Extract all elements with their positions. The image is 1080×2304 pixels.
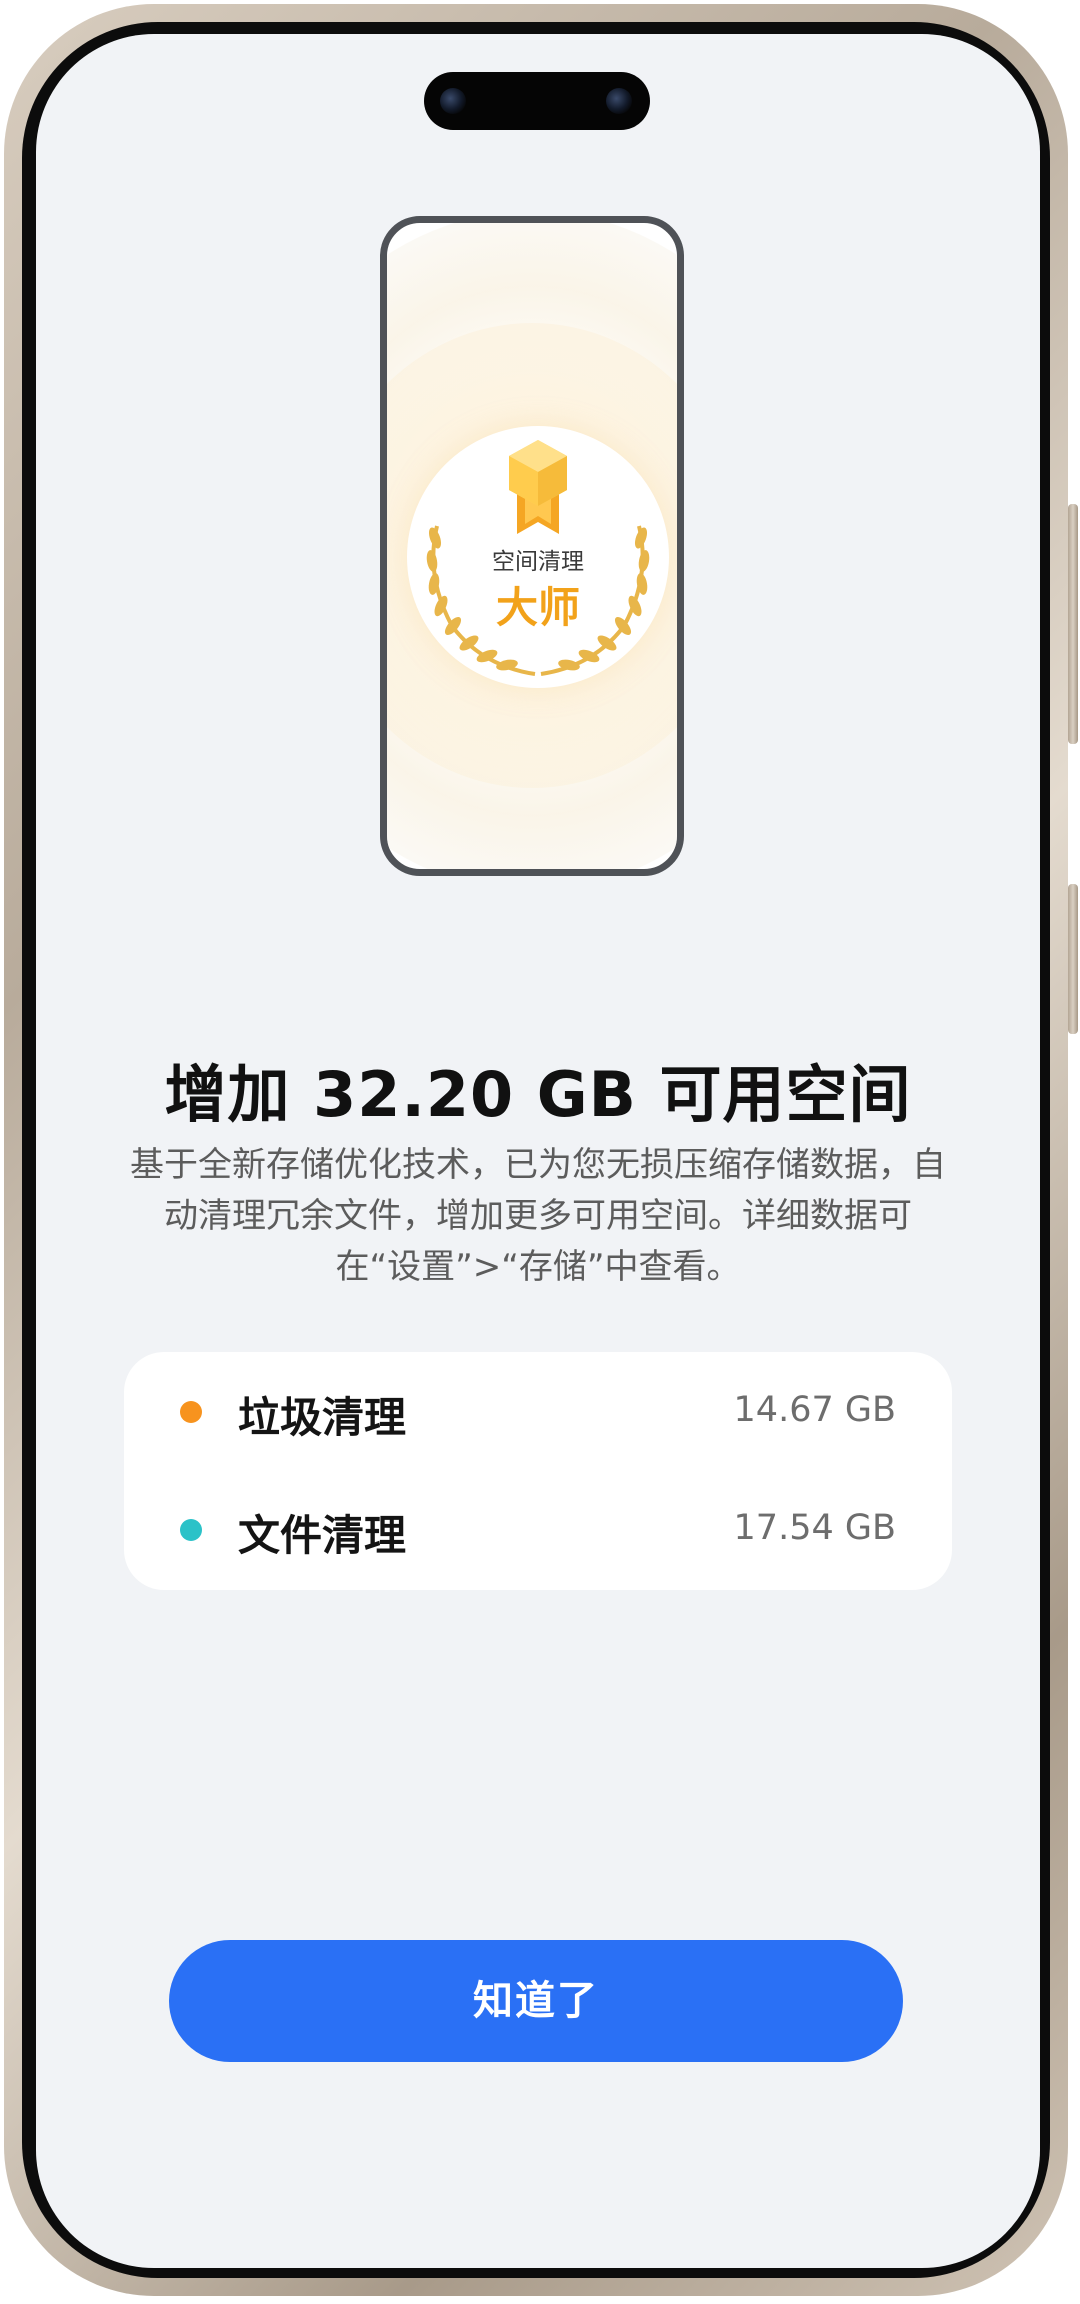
volume-button — [1068, 504, 1078, 744]
junk-cleanup-dot — [180, 1401, 202, 1423]
front-camera-lens — [606, 88, 632, 114]
file-cleanup-dot — [180, 1519, 202, 1541]
junk-cleanup-size: 14.67 GB — [733, 1390, 896, 1430]
screen: 空间清理 大师 增加 32.20 GB 可用空间 基于全新存储优化技术，已为您无… — [36, 34, 1040, 2268]
cleanup-details-card: 垃圾清理 14.67 GB 文件清理 17.54 GB — [124, 1352, 952, 1590]
file-cleanup-label: 文件清理 — [238, 1511, 407, 1560]
junk-cleanup-label: 垃圾清理 — [238, 1393, 407, 1442]
badge-title: 大师 — [495, 583, 580, 632]
master-badge: 空间清理 大师 — [407, 426, 669, 688]
page-title: 增加 32.20 GB 可用空间 — [164, 1058, 912, 1131]
badge-subtitle: 空间清理 — [492, 549, 584, 575]
list-item: 垃圾清理 14.67 GB — [124, 1352, 952, 1470]
file-cleanup-size: 17.54 GB — [733, 1508, 896, 1548]
medal-icon — [509, 440, 567, 534]
got-it-button[interactable]: 知道了 — [169, 1940, 903, 2062]
front-camera-lens — [440, 88, 466, 114]
page-description: 基于全新存储优化技术，已为您无损压缩存储数据，自动清理冗余文件，增加更多可用空间… — [130, 1145, 946, 1287]
list-item: 文件清理 17.54 GB — [124, 1470, 952, 1588]
camera-cutout — [424, 72, 650, 130]
power-button — [1068, 884, 1078, 1034]
illustration-phone: 空间清理 大师 — [380, 216, 684, 876]
